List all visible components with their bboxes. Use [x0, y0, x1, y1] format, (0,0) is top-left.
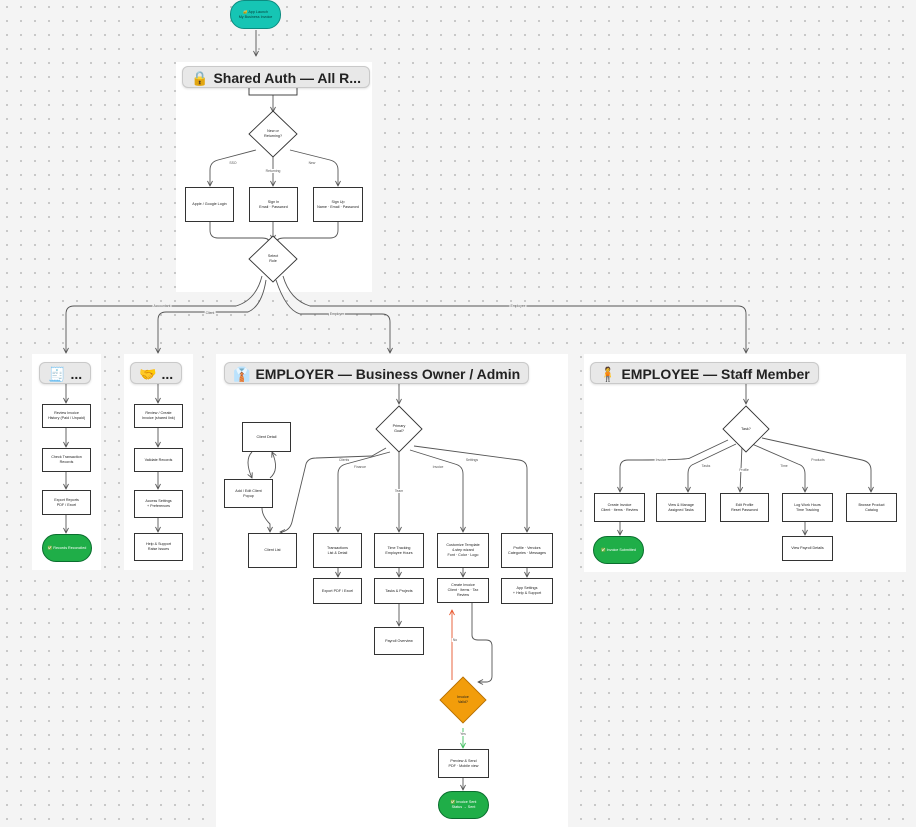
invoice-valid-label: Invoice Valid?: [457, 695, 469, 704]
transactions-node[interactable]: Transactions List & Detail: [313, 533, 362, 568]
edge-role-employer: [275, 279, 390, 353]
client-detail-node[interactable]: Client Detail: [242, 422, 291, 452]
browse-catalog-node[interactable]: Browse Product Catalog: [846, 493, 897, 522]
person-icon: 🧍: [599, 366, 617, 382]
edge-label-new: New: [307, 161, 317, 165]
edge-label-returning: Returning: [264, 169, 282, 173]
edge-label-no: No: [451, 638, 459, 642]
receipt-icon: 🧾: [48, 366, 66, 382]
check-transactions-node[interactable]: Check Transaction Records: [42, 448, 91, 472]
export-pdf-excel-node[interactable]: Export PDF / Excel: [313, 578, 362, 604]
preview-send-node[interactable]: Preview & Send PDF · Mobile view: [438, 749, 489, 778]
edge-label-employer: Employer: [328, 312, 346, 316]
edge-label-finance: Finance: [352, 465, 368, 469]
edge-label-clients: Clients: [337, 458, 351, 462]
edit-profile-node[interactable]: Edit Profile Reset Password: [720, 493, 769, 522]
accountant-section-title: 🧾...: [39, 362, 92, 384]
app-settings-node[interactable]: App Settings + Help & Support: [501, 578, 553, 604]
necktie-icon: 👔: [233, 366, 251, 382]
auth-section-title: 🔒 Shared Auth — All R...: [182, 66, 370, 88]
edge-sso-role: [209, 222, 270, 244]
review-create-invoice-node[interactable]: Review / Create Invoice (shared link): [134, 404, 183, 428]
lock-icon: 🔒: [191, 70, 209, 86]
sign-in-node[interactable]: Sign In Email · Password: [249, 187, 298, 222]
edge-label-emp-time: Time: [779, 464, 789, 468]
edge-role-accountant: [66, 275, 263, 353]
tasks-projects-node[interactable]: Tasks & Projects: [374, 578, 424, 604]
employee-section-title: 🧍 EMPLOYEE — Staff Member: [590, 362, 819, 384]
export-reports-node[interactable]: Export Reports PDF / Excel: [42, 490, 91, 515]
edge-label-invoice: Invoice: [431, 465, 445, 469]
edge-label-team: Team: [393, 489, 405, 493]
edge-label-emp-tasks: Tasks: [700, 464, 712, 468]
edge-goal-finance: [338, 451, 391, 532]
add-edit-client-node[interactable]: Add / Edit Client Popup: [224, 479, 273, 508]
edge-label-sso: SSO: [228, 161, 238, 165]
invoice-submitted-node[interactable]: ✅ Invoice Submitted: [593, 536, 644, 564]
edge-role-employee: [282, 275, 746, 353]
app-launch-node[interactable]: 🔐 App Launch My Business Invoice: [230, 0, 281, 29]
edge-label-emp-invoice: Invoice: [654, 458, 668, 462]
handshake-icon: 🤝: [139, 366, 157, 382]
edge-decision-sso: [210, 149, 257, 186]
customize-template-node[interactable]: Customize Template 4-step wizard Font · …: [437, 533, 489, 568]
client-section-title: 🤝...: [130, 362, 183, 384]
edge-task-tasks: [688, 443, 737, 492]
review-invoice-history-node[interactable]: Review Invoice History (Paid / Unpaid): [42, 404, 91, 428]
edge-label-employee: Employee: [509, 304, 527, 308]
invoice-sent-node[interactable]: ✅ Invoice Sent Status → Sent: [438, 791, 489, 819]
edge-create-valid: [471, 602, 493, 682]
edge-label-emp-profile: Profile: [738, 468, 750, 472]
edge-label-accountant: Accountant: [152, 304, 172, 308]
profile-vendors-node[interactable]: Profile · Vendors Categories · Messages: [501, 533, 553, 568]
task-decision-label: Task?: [741, 426, 751, 431]
edge-task-time: [751, 443, 805, 492]
edge-label-client: Client: [204, 311, 216, 315]
edge-signup-role: [276, 222, 339, 244]
edge-label-emp-products: Products: [810, 458, 826, 462]
select-role-label: Select Role: [267, 254, 279, 263]
access-settings-node[interactable]: Access Settings + Preferences: [134, 490, 183, 518]
view-tasks-node[interactable]: View & Manage Assigned Tasks: [656, 493, 706, 522]
help-support-node[interactable]: Help & Support Raise Issues: [134, 533, 183, 561]
emp-create-invoice-node[interactable]: Create Invoice Client · Items · Review: [594, 493, 645, 522]
edge-task-invoice: [620, 439, 729, 492]
sign-up-node[interactable]: Sign Up Name · Email · Password: [313, 187, 363, 222]
payroll-overview-node[interactable]: Payroll Overview: [374, 627, 424, 655]
log-work-node[interactable]: Log Work Hours Time Tracking: [782, 493, 833, 522]
view-payroll-node[interactable]: View Payroll Details: [782, 536, 833, 561]
client-list-node[interactable]: Client List: [248, 533, 297, 568]
edge-goal-invoice: [409, 449, 463, 532]
employer-section-title: 👔 EMPLOYER — Business Owner / Admin: [224, 362, 530, 384]
edge-label-yes: Yes: [459, 732, 467, 736]
edge-label-settings: Settings: [464, 458, 480, 462]
records-reconciled-node[interactable]: ✅ Records Reconciled: [42, 534, 92, 562]
edge-decision-signup: [289, 149, 338, 186]
time-tracking-node[interactable]: Time Tracking Employee Hours: [374, 533, 424, 568]
create-invoice-node[interactable]: Create Invoice Client · Items · Tax Revi…: [437, 578, 489, 603]
sso-login-node[interactable]: Apple / Google Login: [185, 187, 234, 222]
decision-new-returning-label: New or Returning?: [263, 129, 283, 138]
validate-records-node[interactable]: Validate Records: [134, 448, 183, 472]
edge-role-client: [158, 279, 267, 353]
edge-goal-clients: [280, 447, 387, 532]
primary-goal-label: Primary Goal?: [392, 424, 406, 433]
